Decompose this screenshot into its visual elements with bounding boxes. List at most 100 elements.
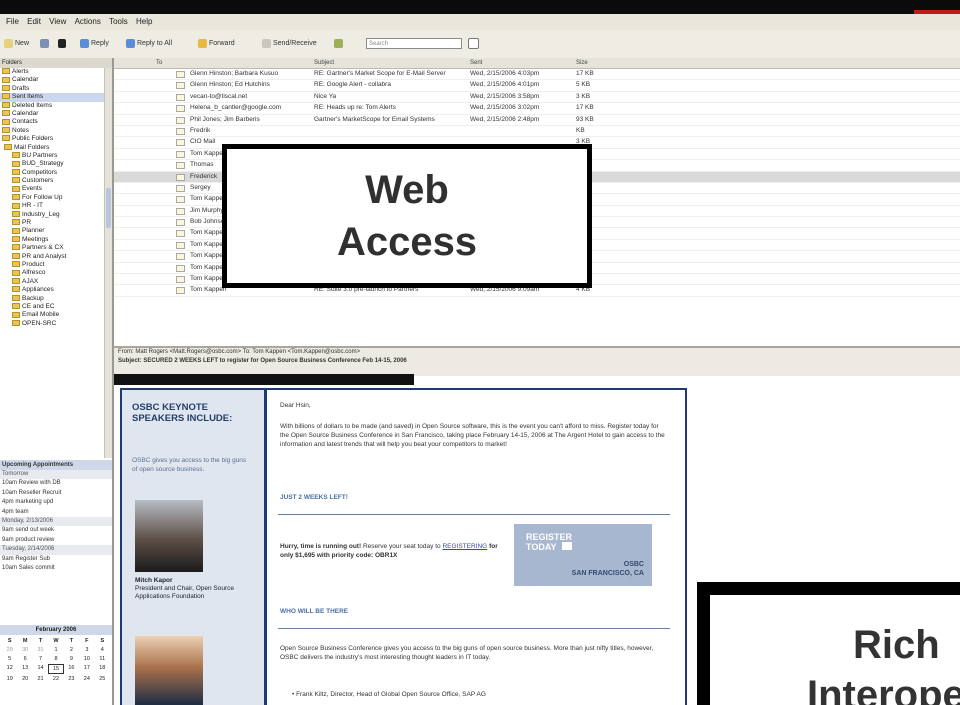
column-to[interactable]: To (156, 58, 162, 68)
calendar-day[interactable]: 2 (64, 646, 79, 654)
register-badge[interactable]: REGISTER TODAY OSBC SAN FRANCISCO, CA (514, 524, 652, 586)
folder-item[interactable]: BU Partners (0, 152, 112, 160)
folder-item[interactable]: HR - IT (0, 202, 112, 210)
folder-item[interactable]: Alfresco (0, 269, 112, 277)
calendar-day[interactable]: 29 (2, 646, 17, 654)
column-size[interactable]: Size (576, 58, 588, 68)
column-subject[interactable]: Subject (314, 58, 334, 68)
calendar-day[interactable]: 30 (17, 646, 32, 654)
forward-button[interactable]: Forward (198, 38, 235, 50)
folder-item[interactable]: Industry_Leg (0, 211, 112, 219)
register-link[interactable]: REGISTERING (442, 543, 487, 550)
appointment-item[interactable]: 9am Register Sub (0, 555, 112, 564)
folder-item[interactable]: Events (0, 185, 112, 193)
folder-item[interactable]: Public Folders (0, 135, 112, 143)
calendar-day[interactable]: 7 (33, 655, 48, 663)
folder-item[interactable]: Sent Items (0, 93, 112, 102)
calendar-day[interactable]: 13 (17, 664, 32, 674)
calendar-day[interactable]: 14 (33, 664, 48, 674)
folder-item[interactable]: Meetings (0, 236, 112, 244)
delete-button[interactable] (58, 38, 68, 50)
reply-button[interactable]: Reply (80, 38, 109, 50)
message-sent: Wed, 2/15/2006 4:01pm (470, 81, 540, 89)
folder-item[interactable]: CE and EC (0, 303, 112, 311)
calendar-day[interactable]: 11 (95, 655, 110, 663)
message-row[interactable]: Fredrik KB (114, 126, 960, 138)
calendar-day[interactable]: 15 (48, 664, 64, 674)
folder-item[interactable]: Alerts (0, 68, 112, 76)
new-button[interactable]: New (4, 38, 29, 50)
calendar-day[interactable]: 6 (17, 655, 32, 663)
folder-item[interactable]: Competitors (0, 169, 112, 177)
calendar-day[interactable]: 21 (33, 675, 48, 683)
reply-all-button[interactable]: Reply to All (126, 38, 172, 50)
calendar-day[interactable]: 24 (79, 675, 94, 683)
calendar-day[interactable]: 20 (17, 675, 32, 683)
folder-item[interactable]: Notes (0, 127, 112, 135)
appointment-item[interactable]: 10am Sales commit (0, 564, 112, 573)
calendar-day[interactable]: 19 (2, 675, 17, 683)
search-go-button[interactable] (468, 38, 481, 50)
calendar-day[interactable]: 22 (48, 675, 63, 683)
calendar-day[interactable]: 12 (2, 664, 17, 674)
message-row[interactable]: Helena_b_cantler@google.com RE: Heads up … (114, 103, 960, 115)
folder-item[interactable]: Drafts (0, 85, 112, 93)
folder-item[interactable]: Planner (0, 227, 112, 235)
folder-item[interactable]: Mail Folders (0, 144, 112, 152)
appointment-item[interactable]: 9am send out week (0, 526, 112, 535)
appointment-item[interactable]: 4pm marketing upd (0, 498, 112, 507)
calendar-day[interactable]: 1 (48, 646, 63, 654)
calendar-day[interactable]: 5 (2, 655, 17, 663)
calendar-day[interactable]: 3 (79, 646, 94, 654)
folder-item[interactable]: For Follow Up (0, 194, 112, 202)
folder-item[interactable]: Backup (0, 295, 112, 303)
folder-item[interactable]: PR (0, 219, 112, 227)
appointment-item[interactable]: 9am product review (0, 536, 112, 545)
calendar-day[interactable]: 31 (33, 646, 48, 654)
folder-item[interactable]: Calendar (0, 110, 112, 118)
folder-scrollbar[interactable] (104, 68, 112, 458)
folder-item[interactable]: Contacts (0, 118, 112, 126)
calendar-day[interactable]: 25 (95, 675, 110, 683)
folder-item[interactable]: PR and Analyst (0, 253, 112, 261)
folder-item[interactable]: OPEN-SRC (0, 320, 112, 328)
column-sent[interactable]: Sent (470, 58, 482, 68)
folder-item[interactable]: Partners & CX (0, 244, 112, 252)
calendar-day[interactable]: 16 (64, 664, 79, 674)
menu-edit[interactable]: Edit (27, 17, 41, 26)
folder-item[interactable]: Email Mobile (0, 311, 112, 319)
menu-view[interactable]: View (49, 17, 66, 26)
folder-item[interactable]: AJAX (0, 278, 112, 286)
folder-item[interactable]: Customers (0, 177, 112, 185)
folder-item[interactable]: Product (0, 261, 112, 269)
calendar-day[interactable]: 9 (64, 655, 79, 663)
appointment-item[interactable]: 4pm team (0, 508, 112, 517)
calendar-day[interactable]: 4 (95, 646, 110, 654)
appointment-item[interactable]: 10am Review with DB (0, 479, 112, 488)
options-button[interactable] (334, 38, 345, 50)
calendar-day[interactable]: 17 (79, 664, 94, 674)
folder-item[interactable]: Deleted Items (0, 102, 112, 110)
calendar-day[interactable]: 8 (48, 655, 63, 663)
search-input[interactable]: Search (366, 38, 462, 49)
message-row[interactable]: Phil Jones; Jim Barberis Gartner's Market… (114, 115, 960, 126)
menu-tools[interactable]: Tools (109, 17, 128, 26)
folder-item[interactable]: Appliances (0, 286, 112, 294)
menu-help[interactable]: Help (136, 17, 152, 26)
message-row[interactable]: vecan-to@tiscal.net Nice Ya Wed, 2/15/2006… (114, 92, 960, 104)
folder-item[interactable]: Calendar (0, 76, 112, 84)
menu-actions[interactable]: Actions (75, 17, 101, 26)
calendar-month[interactable]: February 2006 (0, 625, 112, 635)
calendar-day[interactable]: 10 (79, 655, 94, 663)
calendar-day[interactable]: 18 (95, 664, 110, 674)
menu-file[interactable]: File (6, 17, 19, 26)
message-row[interactable]: Glenn Hinston; Ed Hutchins RE: Google Ale… (114, 80, 960, 92)
print-button[interactable] (40, 38, 51, 50)
appointment-item[interactable]: 10am Reseller Recruit (0, 489, 112, 498)
scroll-thumb[interactable] (106, 188, 111, 228)
send-receive-button[interactable]: Send/Receive (262, 38, 317, 50)
calendar-day[interactable]: 23 (64, 675, 79, 683)
folder-item[interactable]: BUD_Strategy (0, 160, 112, 168)
envelope-icon (176, 287, 185, 295)
message-row[interactable]: Glenn Hinston; Barbara Kusuo RE: Gartner'… (114, 69, 960, 81)
